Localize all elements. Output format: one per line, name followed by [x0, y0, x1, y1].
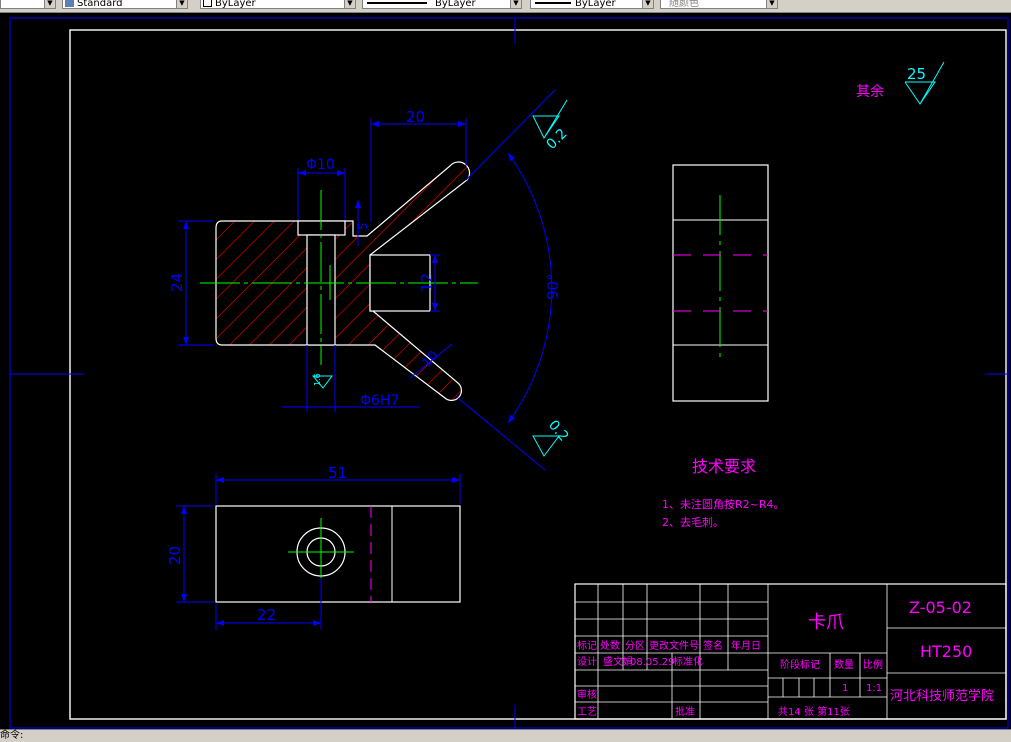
roughness-value: 25 — [907, 65, 926, 83]
front-view — [200, 161, 478, 401]
top-view — [215, 505, 461, 603]
plot-style-combo[interactable]: 随颜色 ▼ — [660, 0, 778, 9]
lineweight-value: ByLayer — [575, 0, 616, 9]
chevron-down-icon[interactable]: ▼ — [642, 0, 653, 8]
hdr-date: 年月日 — [731, 639, 761, 652]
dim-slot-height: 12 — [418, 273, 436, 292]
lineweight-preview-icon — [535, 2, 571, 4]
drawing-no: Z-05-02 — [909, 598, 972, 617]
part-name: 卡爪 — [808, 612, 844, 633]
hdr-count: 处数 — [600, 639, 620, 652]
lineweight-combo[interactable]: ByLayer ▼ — [530, 0, 654, 9]
hdr-sign: 签名 — [703, 639, 723, 652]
tech-req-item-2: 2、去毛刺。 — [662, 516, 724, 529]
qty-value: 1 — [842, 683, 848, 694]
school: 河北科技师范学院 — [890, 688, 994, 704]
dim-bottom: Φ6H7 — [360, 393, 399, 409]
design-date: 08.05.29 — [630, 657, 675, 668]
linetype-preview-icon — [367, 2, 427, 4]
process-label: 工艺 — [577, 706, 597, 718]
color-swatch-icon — [203, 0, 212, 7]
top-dim-text: 51 20 22 — [166, 464, 347, 624]
tech-req-item-1: 1、未注圆角按R2~R4。 — [662, 497, 785, 511]
command-line[interactable]: 命令: — [0, 729, 1011, 742]
scale-value: 1:1 — [866, 683, 882, 694]
text-style-value: Standard — [77, 0, 123, 9]
hdr-mark: 标记 — [577, 640, 597, 652]
dim-height-left: 24 — [168, 273, 186, 292]
general-roughness: 其余 25 — [856, 61, 945, 105]
chevron-down-icon[interactable]: ▼ — [344, 0, 355, 8]
command-prompt: 命令: — [0, 730, 24, 741]
layer-value: ByLayer — [215, 0, 256, 9]
hdr-zone: 分区 — [625, 640, 645, 652]
std-label: 标准化 — [673, 655, 703, 668]
hdr-change-doc: 更改文件号 — [649, 639, 699, 652]
rough-top: 0.2 — [544, 126, 571, 153]
inner-frame — [69, 29, 1007, 720]
rough-small: 1.6 — [313, 373, 322, 386]
outer-border — [9, 17, 1009, 729]
rough-bottom: 0.2 — [545, 417, 572, 444]
chevron-down-icon[interactable]: ▼ — [510, 0, 521, 8]
roughness-label: 其余 — [856, 83, 884, 100]
plot-style-value: 随颜色 — [669, 0, 699, 9]
linetype-value: ByLayer — [435, 0, 476, 9]
scale-label: 比例 — [863, 658, 883, 671]
side-view — [672, 164, 769, 402]
dim-small: 5 — [356, 222, 370, 230]
qty-label: 数量 — [834, 658, 854, 671]
dim-hole-pos: 22 — [257, 606, 276, 624]
tech-requirements: 技术要求 1、未注圆角按R2~R4。 2、去毛刺。 — [662, 457, 785, 529]
text-style-icon — [65, 0, 74, 7]
dim-angle: 90° — [544, 273, 562, 300]
stage-label: 阶段标记 — [780, 658, 820, 671]
drawing-canvas[interactable]: 其余 25 20 Φ10 24 12 Φ6H7 5 90° 10 0.2 0.2… — [0, 12, 1011, 729]
approve-label: 批准 — [675, 705, 695, 718]
previous-combo[interactable]: ▼ — [0, 0, 56, 9]
dim-top-width: 51 — [328, 464, 347, 482]
tech-req-title: 技术要求 — [692, 457, 756, 476]
material: HT250 — [920, 642, 972, 661]
review-label: 审核 — [577, 688, 597, 701]
title-block: 标记 处数 分区 更改文件号 签名 年月日 设计 盛文娟 08.05.29 标准… — [574, 583, 1007, 720]
chevron-down-icon[interactable]: ▼ — [766, 0, 777, 8]
design-label: 设计 — [577, 655, 597, 668]
sheets: 共14 张 第11张 — [778, 705, 850, 718]
dim-top-height: 20 — [166, 546, 184, 565]
designer-name: 盛文娟 — [603, 655, 633, 668]
linetype-combo[interactable]: ByLayer ▼ — [362, 0, 522, 9]
dim-width-top: 20 — [406, 108, 425, 126]
chevron-down-icon[interactable]: ▼ — [44, 0, 55, 8]
layer-combo[interactable]: ByLayer ▼ — [200, 0, 356, 9]
chevron-down-icon[interactable]: ▼ — [176, 0, 187, 8]
dim-hole-dia: Φ10 — [306, 157, 335, 173]
text-style-combo[interactable]: Standard ▼ — [62, 0, 188, 9]
